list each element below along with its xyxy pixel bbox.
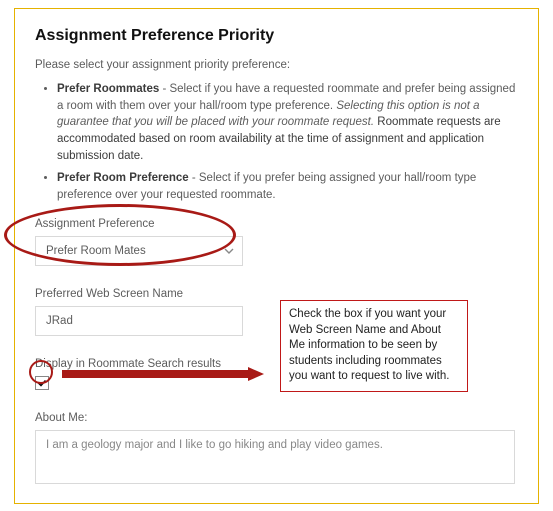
- about-me-label: About Me:: [35, 412, 518, 424]
- option-prefer-roommates: Prefer Roommates - Select if you have a …: [57, 81, 518, 164]
- option-name: Prefer Room Preference: [57, 172, 189, 184]
- about-me-textarea[interactable]: [35, 430, 515, 484]
- assignment-pref-select[interactable]: Prefer Room Mates: [35, 236, 243, 266]
- chevron-down-icon: [224, 245, 234, 257]
- check-icon: [37, 378, 47, 388]
- preference-card: Assignment Preference Priority Please se…: [14, 8, 539, 504]
- page-title: Assignment Preference Priority: [35, 27, 518, 45]
- screen-name-label: Preferred Web Screen Name: [35, 288, 518, 300]
- option-prefer-room-preference: Prefer Room Preference - Select if you p…: [57, 170, 518, 203]
- display-search-checkbox[interactable]: [35, 376, 49, 390]
- option-list: Prefer Roommates - Select if you have a …: [35, 81, 518, 204]
- annotation-callout: Check the box if you want your Web Scree…: [280, 300, 468, 392]
- assignment-pref-selected: Prefer Room Mates: [46, 245, 146, 257]
- intro-text: Please select your assignment priority p…: [35, 59, 518, 71]
- option-name: Prefer Roommates: [57, 83, 159, 95]
- screen-name-input[interactable]: [35, 306, 243, 336]
- assignment-pref-label: Assignment Preference: [35, 218, 518, 230]
